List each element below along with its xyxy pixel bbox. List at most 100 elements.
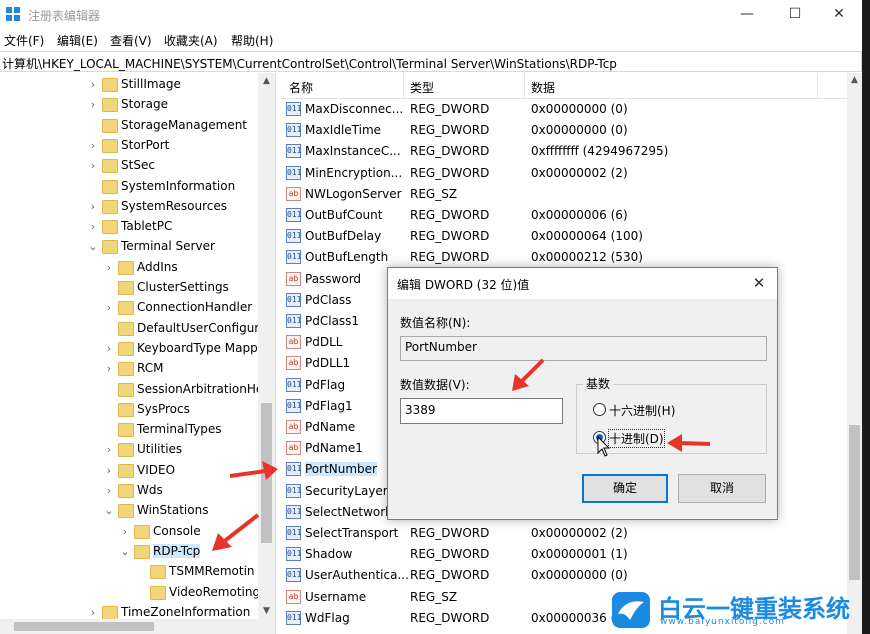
tree-node-label[interactable]: TimeZoneInformation bbox=[121, 605, 250, 619]
address-bar[interactable]: 计算机\HKEY_LOCAL_MACHINE\SYSTEM\CurrentCon… bbox=[0, 51, 862, 72]
tree-node-label[interactable]: Utilities bbox=[137, 442, 182, 456]
tree-node-label[interactable]: StillImage bbox=[121, 77, 181, 91]
tree-node[interactable]: › VIDEO bbox=[0, 461, 275, 481]
column-type[interactable]: 类型 bbox=[410, 79, 434, 96]
value-row[interactable]: 011 MaxDisconnec... REG_DWORD 0x00000000 (0… bbox=[281, 99, 847, 120]
menu-file[interactable]: 文件(F) bbox=[4, 32, 44, 49]
tree-node-label[interactable]: WinStations bbox=[137, 503, 208, 517]
tree-node-label[interactable]: VIDEO bbox=[137, 463, 175, 477]
tree-node[interactable]: VideoRemoting bbox=[0, 583, 275, 603]
tree-node-label[interactable]: SysProcs bbox=[137, 402, 190, 416]
tree-node-label[interactable]: VideoRemoting bbox=[169, 585, 260, 599]
expand-icon[interactable]: › bbox=[104, 342, 114, 355]
expand-icon[interactable]: › bbox=[104, 261, 114, 274]
expand-icon[interactable]: › bbox=[88, 78, 98, 91]
collapse-icon[interactable]: ⌄ bbox=[88, 240, 98, 253]
collapse-icon[interactable]: ⌄ bbox=[104, 504, 114, 517]
column-data[interactable]: 数据 bbox=[531, 79, 555, 96]
tree-node[interactable]: › ConnectionHandler bbox=[0, 298, 275, 318]
tree-node-label[interactable]: SessionArbitrationHe bbox=[137, 382, 263, 396]
tree-node[interactable]: › KeyboardType Mapp bbox=[0, 339, 275, 359]
tree-horizontal-scrollbar[interactable] bbox=[0, 619, 275, 634]
tree-node-label[interactable]: StorageManagement bbox=[121, 118, 247, 132]
expand-icon[interactable]: › bbox=[88, 159, 98, 172]
value-data-input[interactable]: 3389 bbox=[400, 398, 563, 424]
tree-node[interactable]: › StorPort bbox=[0, 136, 275, 156]
tree-node-label[interactable]: KeyboardType Mapp bbox=[137, 341, 258, 355]
key-tree[interactable]: › StillImage › Storage StorageManagement › Sto… bbox=[0, 73, 275, 619]
value-row[interactable]: 011 OutBufLength REG_DWORD 0x00000212 (530) bbox=[281, 247, 847, 268]
minimize-button[interactable]: — bbox=[724, 0, 770, 30]
close-button[interactable]: ✕ bbox=[816, 0, 862, 30]
tree-node[interactable]: SystemInformation bbox=[0, 177, 275, 197]
expand-icon[interactable]: › bbox=[88, 98, 98, 111]
expand-icon[interactable]: › bbox=[104, 484, 114, 497]
tree-node[interactable]: › Storage bbox=[0, 95, 275, 115]
tree-node-label[interactable]: DefaultUserConfigur bbox=[137, 321, 259, 335]
tree-node[interactable]: › Wds bbox=[0, 481, 275, 501]
value-row[interactable]: 011 UserAuthentica... REG_DWORD 0x00000000 … bbox=[281, 565, 847, 586]
value-row[interactable]: 011 SelectTransport REG_DWORD 0x00000002 (2… bbox=[281, 523, 847, 544]
tree-node-label[interactable]: RCM bbox=[137, 361, 163, 375]
tree-node-label[interactable]: AddIns bbox=[137, 260, 178, 274]
tree-node[interactable]: › StillImage bbox=[0, 75, 275, 95]
tree-node[interactable]: › StSec bbox=[0, 156, 275, 176]
decimal-radio-label[interactable]: 十进制(D) bbox=[608, 429, 665, 448]
scroll-down-icon[interactable]: ▼ bbox=[258, 603, 275, 619]
tree-hscroll-thumb[interactable] bbox=[14, 622, 154, 631]
list-vertical-scrollbar[interactable]: ▲ bbox=[847, 73, 862, 634]
tree-node[interactable]: TSMMRemotin bbox=[0, 562, 275, 582]
tree-node-label[interactable]: TerminalTypes bbox=[137, 422, 222, 436]
expand-icon[interactable]: › bbox=[88, 200, 98, 213]
address-path[interactable]: 计算机\HKEY_LOCAL_MACHINE\SYSTEM\CurrentCon… bbox=[2, 55, 617, 72]
expand-icon[interactable]: › bbox=[88, 606, 98, 619]
list-scroll-thumb[interactable] bbox=[849, 425, 860, 580]
value-row[interactable]: 011 OutBufDelay REG_DWORD 0x00000064 (100) bbox=[281, 226, 847, 247]
menu-view[interactable]: 查看(V) bbox=[110, 32, 152, 49]
expand-icon[interactable]: › bbox=[104, 464, 114, 477]
tree-node[interactable]: ClusterSettings bbox=[0, 278, 275, 298]
value-row[interactable]: 011 Shadow REG_DWORD 0x00000001 (1) bbox=[281, 544, 847, 565]
tree-node[interactable]: ⌄ RDP-Tcp bbox=[0, 542, 275, 562]
tree-node-label[interactable]: StorPort bbox=[121, 138, 169, 152]
column-name[interactable]: 名称 bbox=[289, 79, 313, 96]
value-row[interactable]: 011 MaxIdleTime REG_DWORD 0x00000000 (0) bbox=[281, 120, 847, 141]
tree-node[interactable]: › TimeZoneInformation bbox=[0, 603, 275, 619]
ok-button[interactable]: 确定 bbox=[582, 474, 668, 503]
expand-icon[interactable]: › bbox=[88, 220, 98, 233]
tree-node-label[interactable]: Terminal Server bbox=[121, 239, 215, 253]
tree-node-label[interactable]: RDP-Tcp bbox=[153, 543, 201, 558]
tree-node[interactable]: › Utilities bbox=[0, 440, 275, 460]
menu-help[interactable]: 帮助(H) bbox=[231, 32, 273, 49]
expand-icon[interactable]: › bbox=[120, 525, 130, 538]
value-row[interactable]: 011 MaxInstanceC... REG_DWORD 0xffffffff (4… bbox=[281, 141, 847, 162]
cancel-button[interactable]: 取消 bbox=[678, 474, 766, 503]
tree-node-label[interactable]: TabletPC bbox=[121, 219, 172, 233]
value-row[interactable]: 011 MinEncryption... REG_DWORD 0x00000002 (… bbox=[281, 163, 847, 184]
scroll-up-icon[interactable]: ▲ bbox=[847, 75, 862, 85]
tree-node[interactable]: StorageManagement bbox=[0, 116, 275, 136]
tree-node[interactable]: SysProcs bbox=[0, 400, 275, 420]
tree-node[interactable]: › Console bbox=[0, 522, 275, 542]
maximize-button[interactable]: ☐ bbox=[772, 0, 818, 30]
tree-node[interactable]: DefaultUserConfigur bbox=[0, 319, 275, 339]
expand-icon[interactable]: › bbox=[104, 362, 114, 375]
value-row[interactable]: ab NWLogonServer REG_SZ bbox=[281, 184, 847, 205]
value-row[interactable]: 011 OutBufCount REG_DWORD 0x00000006 (6) bbox=[281, 205, 847, 226]
scroll-up-icon[interactable]: ▲ bbox=[258, 73, 275, 89]
tree-node[interactable]: › RCM bbox=[0, 359, 275, 379]
tree-node[interactable]: › AddIns bbox=[0, 258, 275, 278]
tree-node-label[interactable]: Console bbox=[153, 524, 201, 538]
hex-radio-label[interactable]: 十六进制(H) bbox=[609, 402, 675, 419]
tree-node-label[interactable]: ConnectionHandler bbox=[137, 300, 252, 314]
tree-node-label[interactable]: SystemInformation bbox=[121, 179, 235, 193]
expand-icon[interactable]: › bbox=[88, 139, 98, 152]
tree-node-label[interactable]: Wds bbox=[137, 483, 163, 497]
tree-node-label[interactable]: Storage bbox=[121, 97, 168, 111]
tree-scroll-thumb[interactable] bbox=[261, 403, 272, 543]
dialog-close-button[interactable]: ✕ bbox=[747, 272, 771, 294]
menu-favorites[interactable]: 收藏夹(A) bbox=[164, 32, 218, 49]
hex-radio[interactable] bbox=[593, 403, 606, 416]
tree-node-label[interactable]: TSMMRemotin bbox=[169, 564, 255, 578]
expand-icon[interactable]: › bbox=[104, 443, 114, 456]
